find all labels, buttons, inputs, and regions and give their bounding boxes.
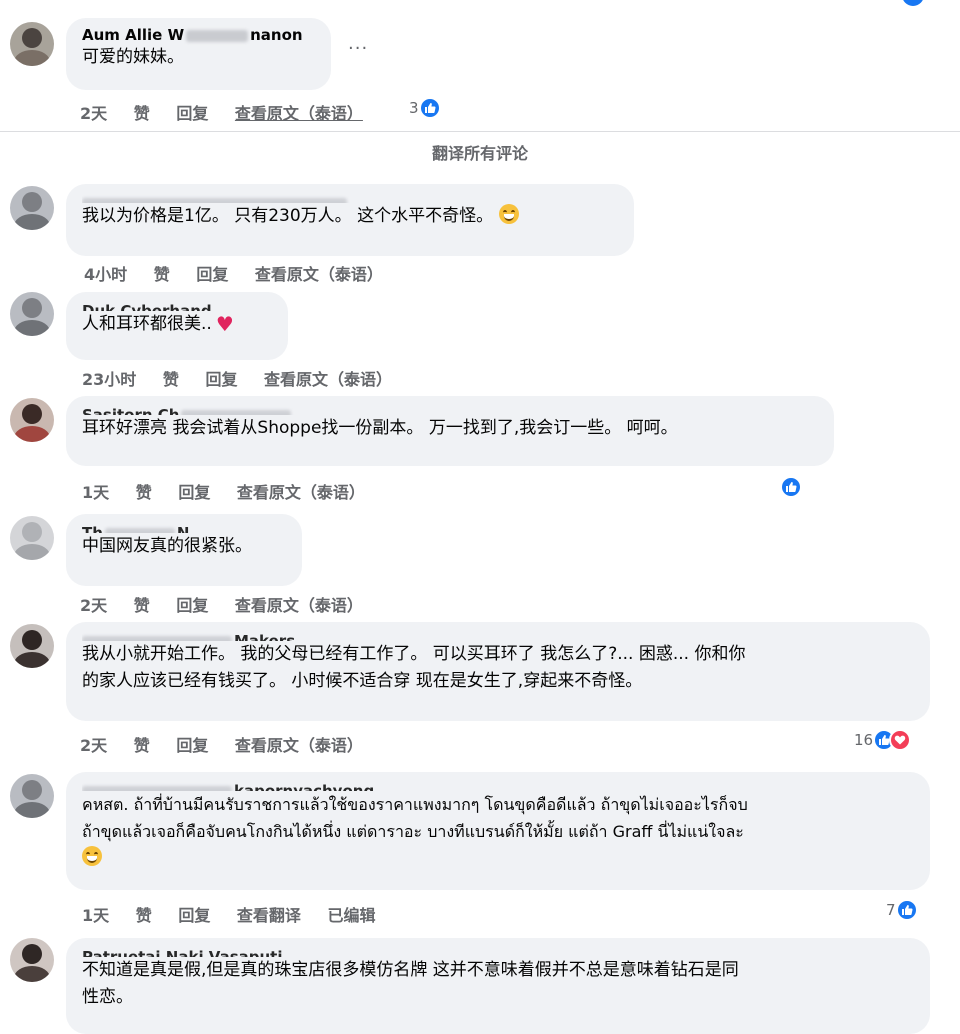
comment-bubble: Duk Cyberhand 人和耳环都很美.. ♥: [66, 292, 288, 360]
comment-actions: 2天 赞 回复 查看原文（泰语）: [80, 100, 384, 124]
comment-text: 耳环好漂亮 我会试着从Shoppe找一份副本。 万一找到了,我会订一些。 呵呵。: [82, 418, 678, 438]
comment-author[interactable]: Sasitorn Ch: [82, 406, 820, 415]
view-original-link[interactable]: 查看原文（泰语）: [255, 265, 383, 284]
comment-actions: 1天 赞 回复 查看原文（泰语）: [82, 479, 386, 503]
comment-time[interactable]: 2天: [80, 736, 107, 755]
comment-actions: 4小时 赞 回复 查看原文（泰语）: [84, 261, 404, 285]
reply-button[interactable]: 回复: [205, 370, 237, 389]
smile-emoji-icon: [82, 846, 102, 866]
reaction-count[interactable]: 3: [409, 97, 441, 119]
comment-text: 人和耳环都很美.. ♥: [82, 312, 234, 336]
comment-time[interactable]: 4小时: [84, 265, 127, 284]
like-button[interactable]: 赞: [136, 906, 152, 925]
avatar[interactable]: [10, 774, 54, 818]
comment-text: 我从小就开始工作。 我的父母已经有工作了。 可以买耳环了 我怎么了?... 困惑…: [82, 644, 746, 664]
divider: [0, 131, 960, 132]
comment-text: 中国网友真的很紧张。: [82, 536, 252, 556]
comment-text: ถ้าขุดแล้วเจอก็คือจับคนโกงกินได้หนึ่ง แต…: [82, 822, 744, 841]
comment-actions: 23小时 赞 回复 查看原文（泰语）: [82, 366, 413, 390]
reaction-count-value: 3: [409, 99, 419, 117]
reply-button[interactable]: 回复: [196, 265, 228, 284]
comment-bubble: Aum Allie Wnanon 可爱的妹妹。: [66, 18, 331, 90]
comment-text: คหสต. ถ้าที่บ้านมีคนรับราชการแล้วใช้ของร…: [82, 795, 748, 814]
comment-time[interactable]: 23小时: [82, 370, 136, 389]
comment-bubble: kapornyachyong คหสต. ถ้าที่บ้านมีคนรับรา…: [66, 772, 930, 890]
comment-author[interactable]: Aum Allie Wnanon: [82, 26, 317, 44]
avatar[interactable]: [10, 292, 54, 336]
comment-actions: 2天 赞 回复 查看原文（泰语）: [80, 732, 384, 756]
comment-author[interactable]: Patruetai Naki Vasaputi: [82, 948, 916, 957]
comment-bubble: Patruetai Naki Vasaputi 不知道是真是假,但是真的珠宝店很…: [66, 938, 930, 1034]
comment-time[interactable]: 2天: [80, 596, 107, 615]
reaction-count-value: 7: [886, 901, 896, 919]
comment-bubble: Th N 中国网友真的很紧张。: [66, 514, 302, 586]
reply-button[interactable]: 回复: [176, 596, 208, 615]
avatar[interactable]: [10, 186, 54, 230]
avatar[interactable]: [10, 516, 54, 560]
comment-bubble: 我以为价格是1亿。 只有230万人。 这个水平不奇怪。: [66, 184, 634, 256]
reaction-count[interactable]: [780, 476, 802, 498]
reaction-count-value: 16: [854, 731, 874, 749]
comment-author[interactable]: Th N: [82, 524, 288, 533]
like-icon: [895, 899, 918, 921]
reply-button[interactable]: 回复: [176, 104, 208, 123]
comment-actions: 1天 赞 回复 查看翻译 已编辑: [82, 902, 397, 926]
comment-author[interactable]: Makers: [82, 632, 916, 641]
comment-author[interactable]: [82, 194, 620, 203]
like-button[interactable]: 赞: [134, 736, 150, 755]
view-original-link[interactable]: 查看原文（泰语）: [237, 483, 365, 502]
comment-bubble: Makers 我从小就开始工作。 我的父母已经有工作了。 可以买耳环了 我怎么了…: [66, 622, 930, 721]
view-original-link[interactable]: 查看原文（泰语）: [235, 596, 363, 615]
comment-text: 我以为价格是1亿。 只有230万人。 这个水平不奇怪。: [82, 203, 620, 230]
avatar[interactable]: [10, 398, 54, 442]
like-icon: [780, 476, 802, 498]
view-original-link[interactable]: 查看原文（泰语）: [235, 104, 363, 123]
smile-emoji-icon: [499, 204, 520, 224]
comment-time[interactable]: 1天: [82, 483, 109, 502]
reaction-count[interactable]: 7: [886, 899, 918, 921]
see-translation-link[interactable]: 查看翻译: [237, 906, 301, 925]
reply-button[interactable]: 回复: [178, 906, 210, 925]
like-icon-partial: [902, 0, 924, 6]
heart-icon: [889, 729, 912, 751]
comment-text: 的家人应该已经有钱买了。 小时候不适合穿 现在是女生了,穿起来不奇怪。: [82, 671, 643, 691]
reply-button[interactable]: 回复: [178, 483, 210, 502]
like-button[interactable]: 赞: [136, 483, 152, 502]
view-original-link[interactable]: 查看原文（泰语）: [264, 370, 392, 389]
avatar[interactable]: [10, 938, 54, 982]
comment-text: 不知道是真是假,但是真的珠宝店很多模仿名牌 这并不意味着假并不总是意味着钻石是同: [82, 960, 739, 980]
avatar[interactable]: [10, 624, 54, 668]
comment-text: 性恋。: [82, 987, 133, 1007]
heart-emoji-icon: ♥: [215, 312, 234, 336]
more-options-icon[interactable]: ···: [348, 38, 368, 59]
like-button[interactable]: 赞: [163, 370, 179, 389]
comment-text: 可爱的妹妹。: [82, 47, 184, 67]
like-button[interactable]: 赞: [154, 265, 170, 284]
translate-all-button[interactable]: 翻译所有评论: [0, 140, 960, 164]
view-original-link[interactable]: 查看原文（泰语）: [235, 736, 363, 755]
like-icon: [418, 97, 441, 119]
comment-bubble: Sasitorn Ch 耳环好漂亮 我会试着从Shoppe找一份副本。 万一找到…: [66, 396, 834, 466]
comment-author[interactable]: Duk Cyberhand: [82, 302, 274, 311]
like-button[interactable]: 赞: [134, 596, 150, 615]
reaction-count[interactable]: 16: [854, 729, 912, 751]
comment-time[interactable]: 2天: [80, 104, 107, 123]
reply-button[interactable]: 回复: [176, 736, 208, 755]
comment-actions: 2天 赞 回复 查看原文（泰语）: [80, 592, 384, 616]
avatar[interactable]: [10, 22, 54, 66]
edited-label: 已编辑: [327, 906, 376, 925]
comment-time[interactable]: 1天: [82, 906, 109, 925]
comment-author[interactable]: kapornyachyong: [82, 782, 916, 791]
like-button[interactable]: 赞: [134, 104, 150, 123]
